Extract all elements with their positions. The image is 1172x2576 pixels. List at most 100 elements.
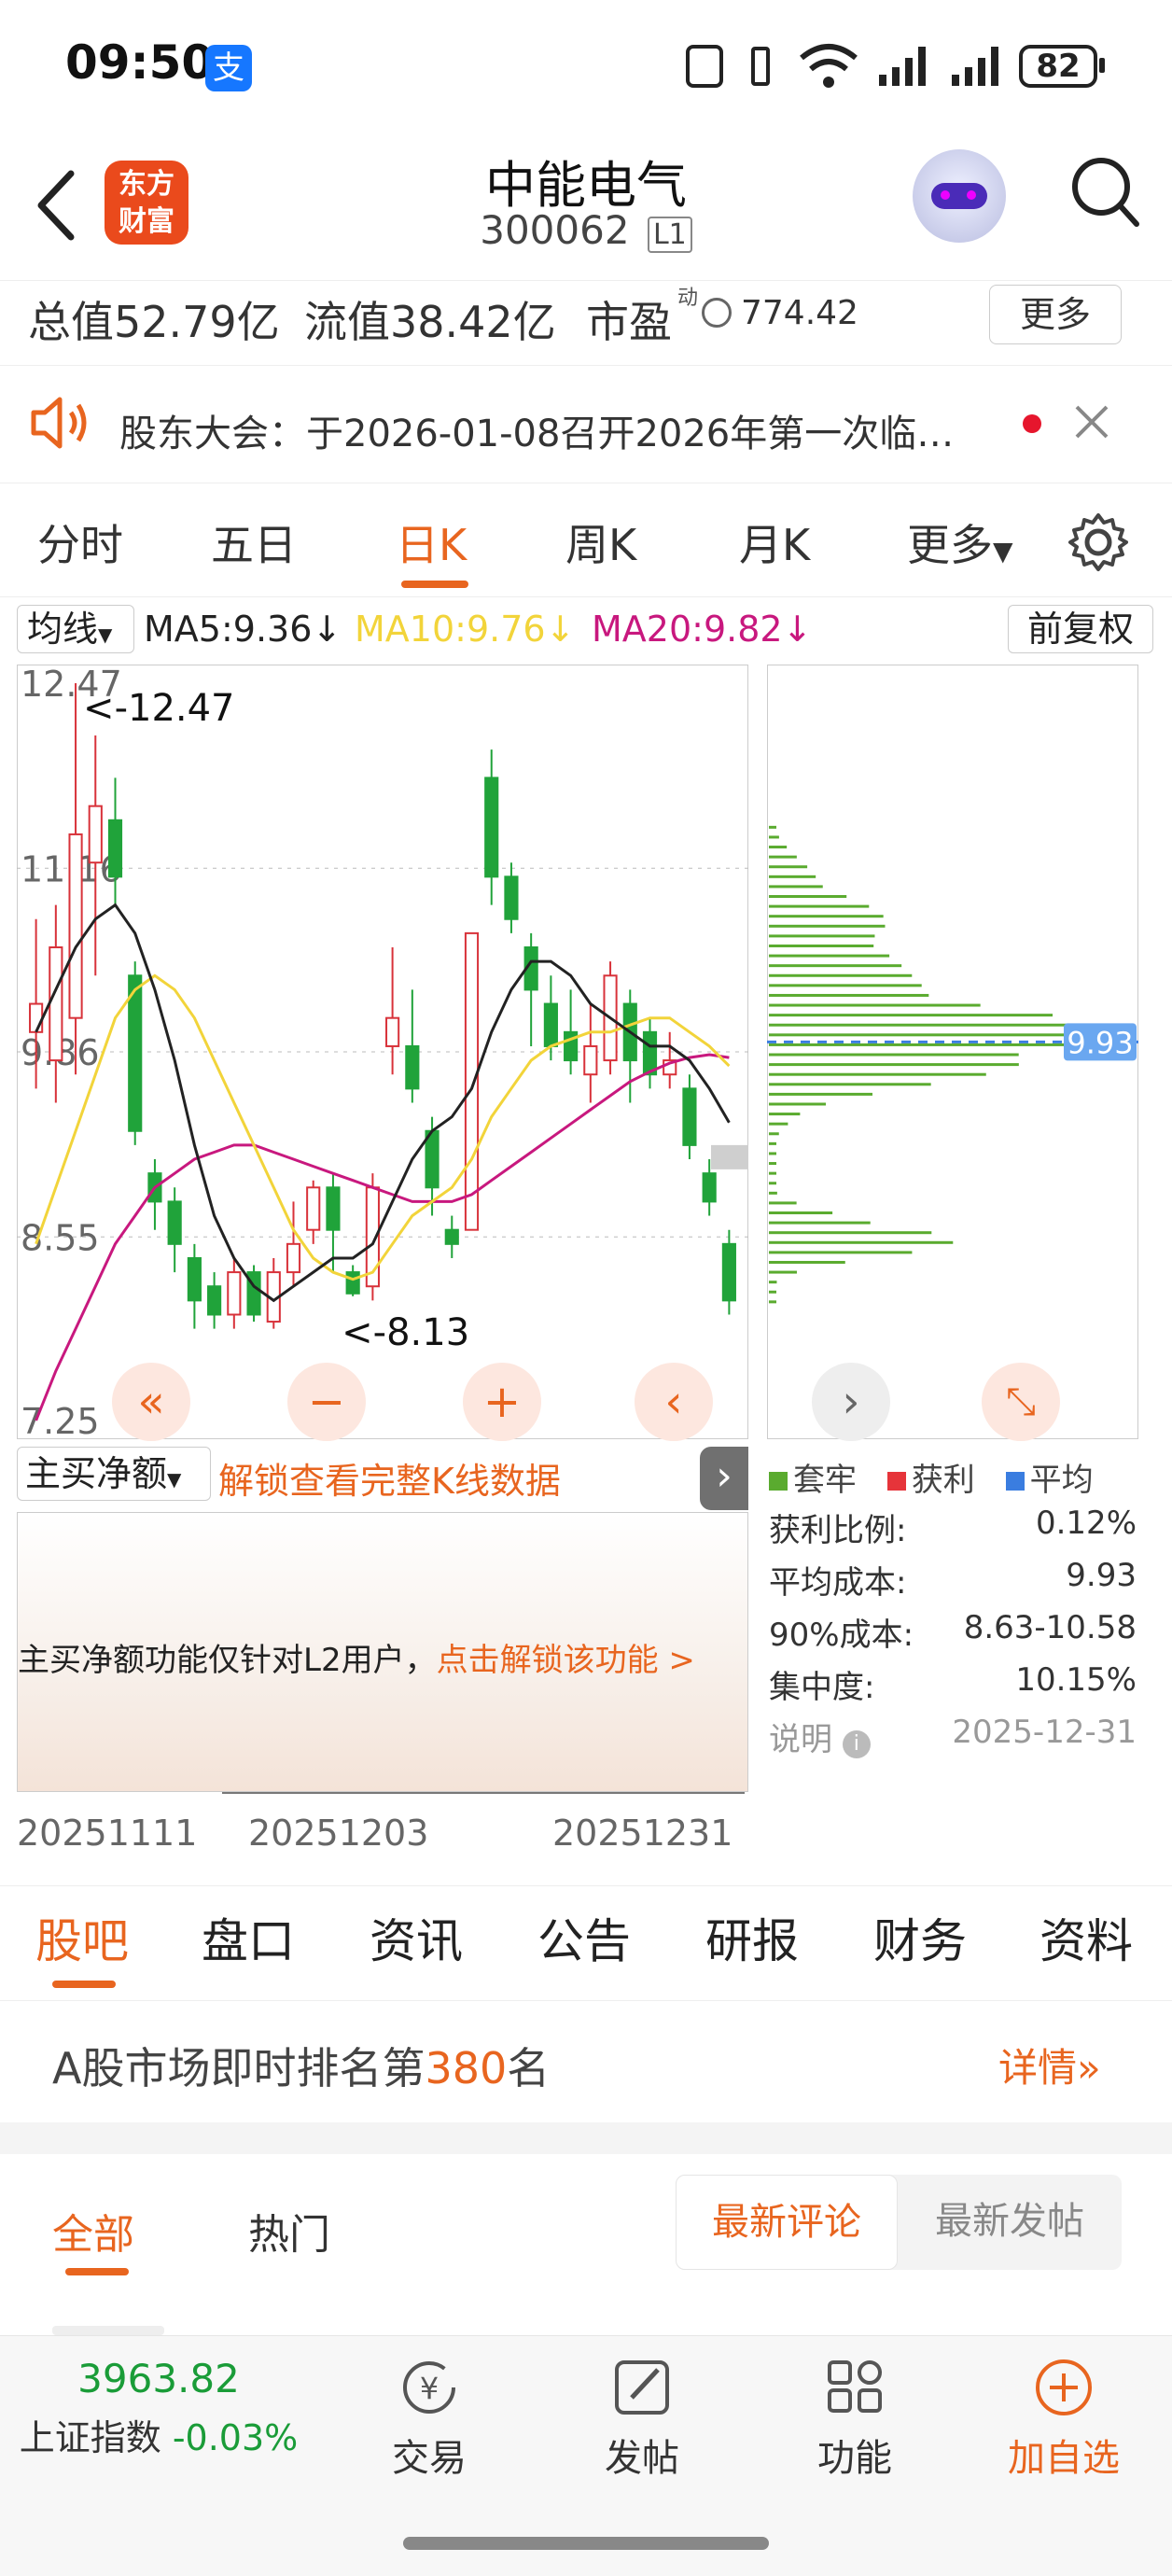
cost-bar (769, 855, 797, 859)
forum-tab-all[interactable]: 全部 (52, 2201, 134, 2261)
legend-trapped: 套牢 (793, 1462, 857, 1499)
cost-bar (769, 934, 875, 938)
ma-selector[interactable]: 均线▼ (17, 605, 134, 653)
tab-five-day[interactable]: 五日 (211, 511, 297, 573)
cost-stat-label: 平均成本: (769, 1564, 907, 1602)
float-value: 流值38.42亿 (304, 297, 556, 347)
tab-finance[interactable]: 财务 (873, 1904, 967, 1971)
info-icon: i (842, 1730, 871, 1758)
back-icon[interactable] (34, 168, 80, 243)
forum-tab-indicator (65, 2268, 129, 2275)
tab-research[interactable]: 研报 (705, 1904, 799, 1971)
post-button[interactable]: 发帖 (586, 2357, 698, 2482)
level-badge: L1 (647, 217, 692, 253)
tab-monthly-k[interactable]: 月K (739, 511, 810, 573)
assistant-avatar[interactable] (913, 149, 1006, 243)
sort-latest-comment[interactable]: 最新评论 (676, 2175, 898, 2270)
scroll-left-button[interactable]: ‹ (635, 1363, 713, 1441)
cost-stat-value: 10.15% (1015, 1661, 1137, 1699)
pe-value: 774.42 (741, 294, 858, 332)
ranking-prefix: A股市场即时排名第 (52, 2043, 426, 2093)
ranking-detail-link[interactable]: 详情» (998, 2037, 1101, 2093)
add-watchlist-button[interactable]: 加自选 (989, 2357, 1138, 2482)
sort-latest-post[interactable]: 最新发帖 (898, 2175, 1122, 2270)
search-icon[interactable] (1067, 151, 1142, 235)
legend-swatch-profit (886, 1472, 906, 1491)
tab-intraday[interactable]: 分时 (37, 511, 123, 573)
candle-body (543, 1002, 558, 1047)
candle-body (583, 1044, 598, 1076)
forum-tabs: 全部 热门 最新评论 最新发帖 (0, 2154, 1172, 2335)
trade-button[interactable]: ¥ 交易 (373, 2357, 485, 2482)
cost-bar (769, 1072, 986, 1076)
cost-note-row[interactable]: 说明 i 2025-12-31 (769, 1714, 1137, 1766)
tab-weekly-k[interactable]: 周K (565, 511, 636, 573)
indicator-selector[interactable]: 主买净额▼ (17, 1447, 211, 1501)
candle-body (444, 1228, 459, 1245)
candle-body (167, 1200, 182, 1245)
unlock-kline-link[interactable]: 解锁查看完整K线数据 (218, 1452, 561, 1504)
zoom-in-button[interactable]: + (463, 1363, 541, 1441)
candle-body (345, 1271, 360, 1295)
notice-bar[interactable]: 股东大会：于2026-01-08召开2026年第一次临… (0, 366, 1172, 483)
cost-stat-label: 获利比例: (769, 1512, 907, 1549)
clock: 09:50 (65, 35, 215, 90)
zoom-out-button[interactable]: − (287, 1363, 366, 1441)
tab-news[interactable]: 资讯 (370, 1904, 463, 1971)
home-indicator (403, 2537, 769, 2550)
cost-bar (769, 1003, 981, 1007)
svg-text:¥: ¥ (420, 2371, 439, 2406)
unlock-feature-link[interactable]: 点击解锁该功能 > (437, 1642, 695, 1679)
functions-button[interactable]: 功能 (799, 2357, 911, 2482)
legend-profit: 获利 (911, 1462, 975, 1499)
tab-daily-k[interactable]: 日K (396, 511, 467, 573)
index-value: 3963.82 (77, 2356, 240, 2401)
cost-bar (769, 1102, 827, 1106)
gear-icon[interactable] (1067, 511, 1129, 573)
cost-bar (769, 1290, 776, 1294)
tab-more[interactable]: 更多▼ (907, 511, 1013, 573)
scroll-far-left-button[interactable]: « (112, 1363, 190, 1441)
fullscreen-icon[interactable]: ⤡ (982, 1363, 1060, 1441)
kline-chart[interactable]: 12.4711.169.868.557.25<-12.47<-8.13 (17, 665, 748, 1439)
expand-right-button[interactable]: › (812, 1363, 890, 1441)
caret-down-icon: ▼ (98, 623, 113, 646)
ranking-row[interactable]: A股市场即时排名第380名 详情» (0, 2001, 1172, 2122)
candle-body (207, 1285, 222, 1316)
cost-distribution-chart: 9.93 (767, 665, 1138, 1439)
tab-forum[interactable]: 股吧 (35, 1904, 129, 1971)
index-widget[interactable]: 3963.82 上证指数 -0.03% (0, 2356, 317, 2460)
tab-profile[interactable]: 资料 (1039, 1904, 1133, 1971)
candle-body (682, 1087, 697, 1146)
adjust-button[interactable]: 前复权 (1008, 605, 1153, 653)
collapse-panel-button[interactable]: › (700, 1447, 748, 1510)
cost-bar (769, 1240, 954, 1244)
cost-stat-value: 9.93 (1066, 1557, 1137, 1594)
cost-note-date: 2025-12-31 (952, 1714, 1137, 1751)
section-tab-indicator (52, 1981, 116, 1988)
candle-body (306, 1186, 321, 1231)
section-divider (0, 2122, 1172, 2154)
nfc-icon (686, 45, 723, 88)
active-tab-indicator (401, 581, 468, 588)
legend-swatch-trapped (769, 1472, 788, 1491)
candle-body (721, 1242, 736, 1302)
cost-stat-row: 获利比例: 0.12% (769, 1505, 1137, 1557)
cost-bar (769, 1113, 801, 1116)
ranking-suffix: 名 (507, 2043, 551, 2093)
forum-tab-hot[interactable]: 热门 (248, 2201, 330, 2261)
index-name: 上证指数 (19, 2417, 161, 2458)
candle-body (504, 875, 519, 920)
close-icon[interactable] (1073, 403, 1110, 441)
cost-bar (769, 1221, 871, 1225)
cost-bar (769, 1152, 776, 1155)
tab-order-book[interactable]: 盘口 (202, 1904, 295, 1971)
more-stats-button[interactable]: 更多 (989, 285, 1122, 344)
cost-bar (769, 1122, 788, 1126)
battery-cap (1099, 58, 1105, 73)
candle-body (326, 1186, 341, 1231)
indicator-locked-panel: 主买净额功能仅针对L2用户，点击解锁该功能 > (17, 1512, 748, 1792)
cost-bar (769, 1270, 797, 1274)
cost-bar (769, 1281, 777, 1284)
tab-announcements[interactable]: 公告 (537, 1904, 631, 1971)
